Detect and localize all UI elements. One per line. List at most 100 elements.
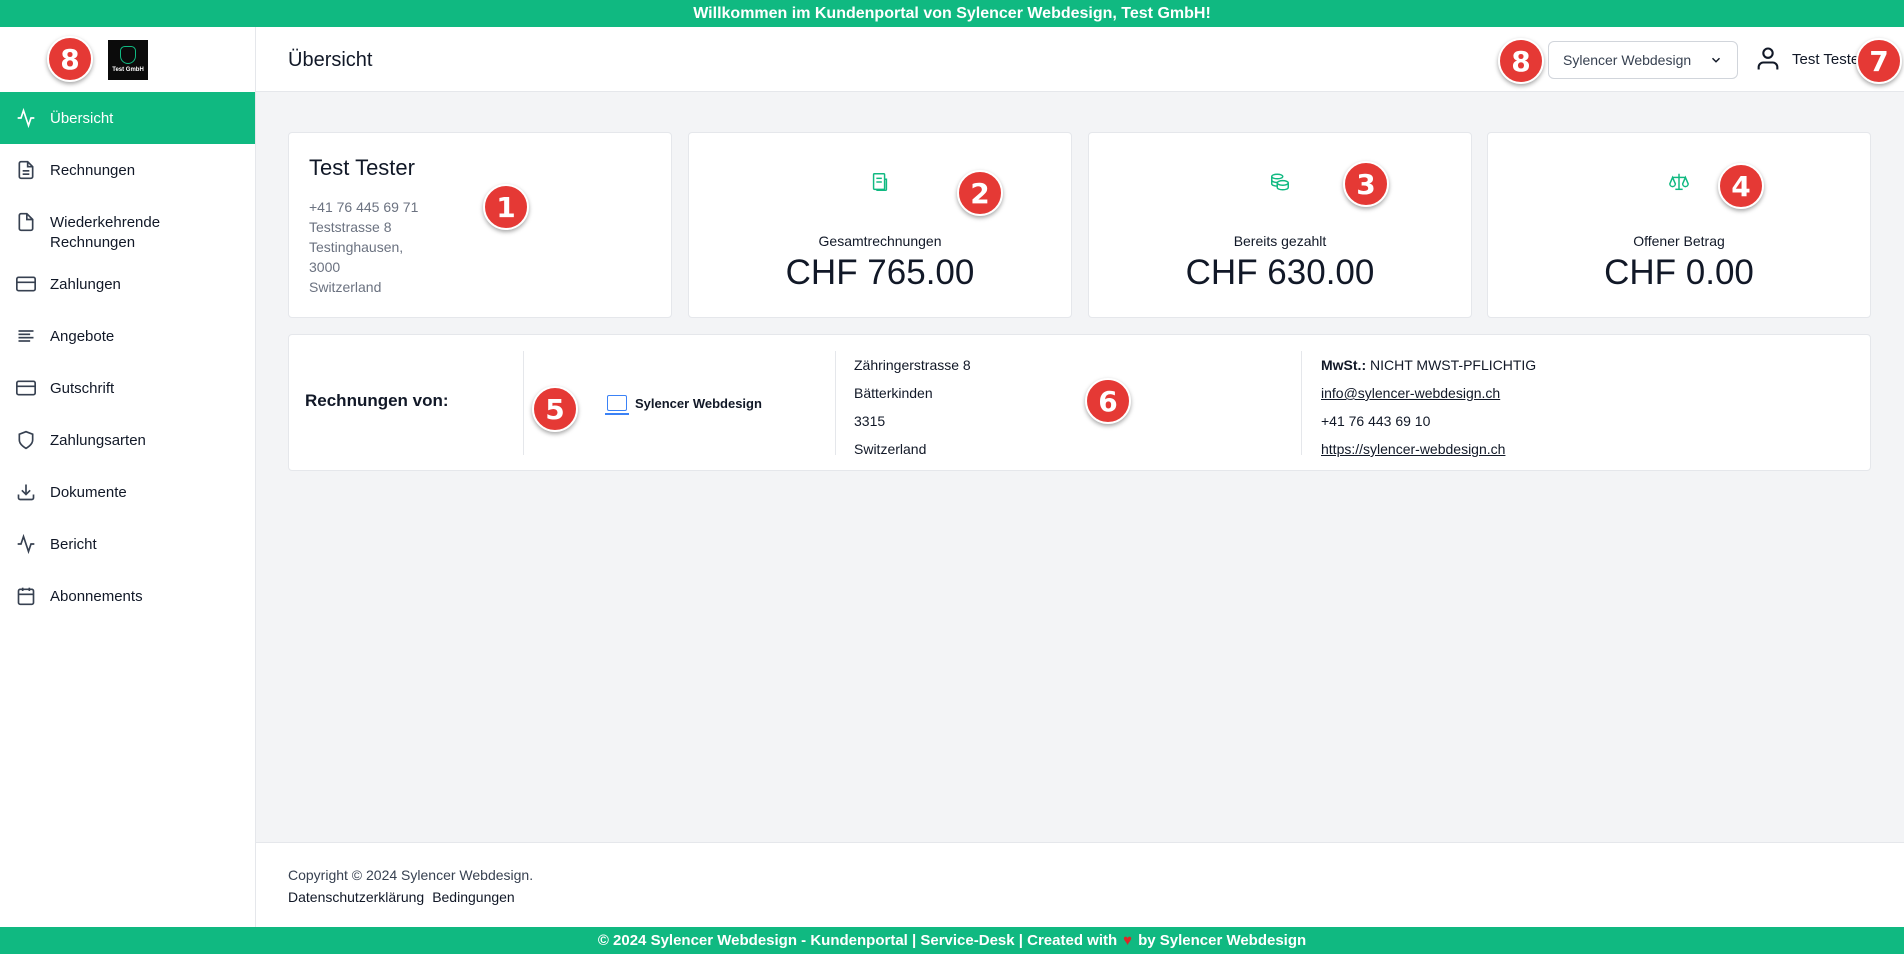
page-title: Übersicht [288,49,373,71]
credit-card-icon [16,276,36,292]
annotation-badge: 7 [1856,38,1902,84]
sidebar-item-label: Zahlungen [50,276,121,293]
sidebar-item-label: Dokumente [50,484,127,501]
user-name: Test Tester [1792,50,1865,68]
customer-street: Teststrasse 8 [309,219,392,235]
sidebar-item-label: Übersicht [50,110,114,127]
align-left-icon [18,330,34,342]
page-footer: Copyright © 2024 Sylencer Webdesign. Dat… [256,842,1904,927]
vendor-name: Sylencer Webdesign [635,395,762,411]
customer-city: Testinghausen, [309,239,404,255]
company-select[interactable]: Sylencer Webdesign [1548,41,1738,79]
annotation-badge: 2 [957,170,1003,216]
laptop-logo-icon [605,395,629,415]
coins-icon [1271,173,1289,191]
vendor-zip: 3315 [854,413,886,429]
stat-value: CHF 765.00 [785,253,975,292]
user-menu[interactable]: Test Tester [1754,45,1864,73]
file-text-icon [18,160,34,180]
vat-value: NICHT MWST-PFLICHTIG [1370,357,1537,373]
user-icon [1757,47,1779,70]
logo-text: Test GmbH [112,67,144,73]
customer-name: Test Tester [309,155,415,180]
annotation-badge: 8 [1498,38,1544,84]
activity-icon [17,108,35,128]
invoice-from-card: Rechnungen von: Sylencer Webdesign Zähri… [288,334,1871,471]
shield-logo-icon [120,46,136,64]
sidebar-item-angebote[interactable]: Angebote [0,310,255,362]
sidebar-item-abonnements[interactable]: Abonnements [0,570,255,622]
annotation-badge: 5 [532,386,578,432]
stat-label: Bereits gezahlt [1233,233,1327,249]
activity-icon [17,534,35,554]
vendor-brand: Sylencer Webdesign [605,395,762,415]
sidebar-item-label: Abonnements [50,588,143,605]
customer-profile-card: Test Tester +41 76 445 69 71 Teststrasse… [288,132,672,318]
privacy-link[interactable]: Datenschutzerklärung [288,889,424,905]
sidebar-item-zahlungen[interactable]: Zahlungen [0,258,255,310]
sidebar-item-wiederkehrende-rechnungen[interactable]: Wiederkehrende Rechnungen [0,196,255,258]
stat-label: Gesamtrechnungen [818,233,942,249]
sidebar-item-label: Gutschrift [50,380,115,397]
bottom-bar-prefix: © 2024 Sylencer Webdesign - Kundenportal… [597,932,1118,949]
bottom-bar-suffix: by Sylencer Webdesign [1138,932,1307,949]
download-icon [17,484,35,501]
divider [835,351,836,455]
customer-details: +41 76 445 69 71 Teststrasse 8 Testingha… [309,197,418,297]
shield-icon [18,430,34,450]
divider [1301,351,1302,455]
page-header: Übersicht Sylencer Webdesign Test Tester [256,27,1904,92]
bottom-bar: © 2024 Sylencer Webdesign - Kundenportal… [0,927,1904,954]
vat-label: MwSt.: [1321,357,1367,373]
sidebar-item-dokumente[interactable]: Dokumente [0,466,255,518]
divider [523,351,524,455]
sidebar-item-label: Zahlungsarten [50,432,146,449]
vendor-email-link[interactable]: info@sylencer-webdesign.ch [1321,385,1500,401]
customer-zip: 3000 [309,259,341,275]
sidebar-item-gutschrift[interactable]: Gutschrift [0,362,255,414]
company-select-value: Sylencer Webdesign [1563,52,1692,68]
invoice-from-heading: Rechnungen von: [305,391,449,410]
customer-phone: +41 76 445 69 71 [309,199,419,215]
annotation-badge: 1 [483,184,529,230]
annotation-badge: 8 [47,36,93,82]
footer-links: Datenschutzerklärung Bedingungen [288,889,515,905]
sidebar-item-label: Bericht [50,536,97,553]
company-logo[interactable]: Test GmbH [108,39,148,80]
stat-value: CHF 0.00 [1604,253,1754,292]
annotation-badge: 4 [1718,163,1764,209]
welcome-banner: Willkommen im Kundenportal von Sylencer … [0,0,1904,27]
stat-card-paid: Bereits gezahlt CHF 630.00 [1088,132,1472,318]
vendor-website-link[interactable]: https://sylencer-webdesign.ch [1321,441,1505,457]
sidebar-item-bericht[interactable]: Bericht [0,518,255,570]
stat-value: CHF 630.00 [1185,253,1375,292]
sidebar-item-label: Angebote [50,328,115,345]
sidebar-item-zahlungsarten[interactable]: Zahlungsarten [0,414,255,466]
stat-label: Offener Betrag [1633,233,1725,249]
file-icon [18,212,34,232]
terms-link[interactable]: Bedingungen [432,889,515,905]
document-icon [872,173,888,191]
heart-icon: ♥ [1123,932,1133,949]
vendor-country: Switzerland [854,441,927,457]
vendor-vat: MwSt.: NICHT MWST-PFLICHTIG [1321,351,1536,379]
logo-row: Test GmbH [0,27,255,92]
footer-copyright: Copyright © 2024 Sylencer Webdesign. [288,867,534,883]
annotation-badge: 6 [1085,378,1131,424]
vendor-street: Zähringerstrasse 8 [854,357,971,373]
sidebar-item-rechnungen[interactable]: Rechnungen [0,144,255,196]
calendar-icon [17,587,35,606]
credit-card-icon [16,380,36,396]
sidebar-item-label: Wiederkehrende Rechnungen [50,214,161,251]
sidebar-item-uebersicht[interactable]: Übersicht [0,92,255,144]
stat-card-open-amount: Offener Betrag CHF 0.00 [1487,132,1871,318]
customer-country: Switzerland [309,279,382,295]
stat-card-total-invoices: Gesamtrechnungen CHF 765.00 [688,132,1072,318]
welcome-text: Willkommen im Kundenportal von Sylencer … [693,4,1211,22]
vendor-contact: MwSt.: NICHT MWST-PFLICHTIG info@sylence… [1321,351,1536,463]
vendor-city: Bätterkinden [854,385,933,401]
annotation-badge: 3 [1343,161,1389,207]
chevron-down-icon [1711,57,1721,63]
vendor-address: Zähringerstrasse 8 Bätterkinden 3315 Swi… [854,351,971,463]
scale-icon [1669,173,1689,191]
